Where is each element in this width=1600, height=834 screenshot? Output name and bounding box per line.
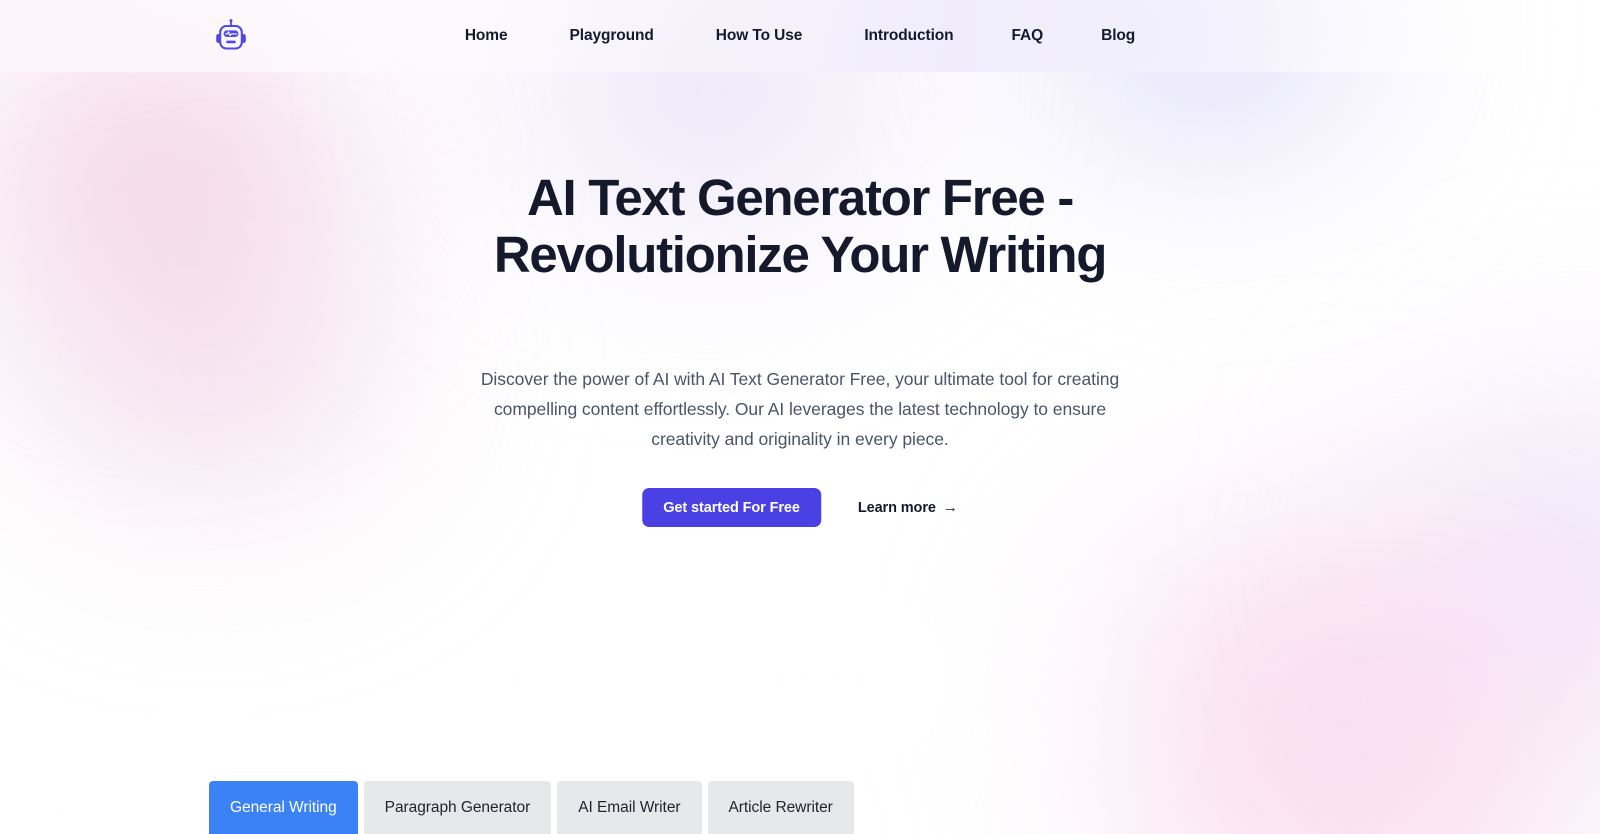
nav-item-home[interactable]: Home	[465, 21, 508, 51]
page-title: AI Text Generator Free - Revolutionize Y…	[493, 169, 1108, 283]
hero-subtitle: Discover the power of AI with AI Text Ge…	[480, 369, 1120, 449]
tool-tabs: General Writing Paragraph Generator AI E…	[209, 781, 854, 834]
hero-section: AI Text Generator Free - Revolutionize Y…	[0, 0, 1600, 834]
nav-item-introduction[interactable]: Introduction	[864, 21, 953, 51]
nav-item-playground[interactable]: Playground	[570, 21, 654, 51]
page-root: Home Playground How To Use Introduction …	[0, 0, 1600, 834]
tab-general-writing[interactable]: General Writing	[209, 781, 358, 834]
bg-blob-pink-left	[0, 0, 540, 480]
bg-blob-pink-left-lower	[0, 110, 550, 630]
bg-blob-white-lower-left	[0, 430, 700, 834]
nav-item-faq[interactable]: FAQ	[1012, 21, 1044, 51]
tab-paragraph-generator[interactable]: Paragraph Generator	[363, 781, 552, 834]
hero-actions: Get started For Free Learn more →	[642, 488, 958, 527]
learn-more-label: Learn more	[857, 499, 936, 516]
main-navigation: Home Playground How To Use Introduction …	[0, 0, 1600, 72]
nav-item-blog[interactable]: Blog	[1101, 21, 1135, 51]
bg-blob-pink-bottom	[1000, 560, 1600, 834]
arrow-right-icon: →	[942, 499, 958, 516]
learn-more-link[interactable]: Learn more →	[858, 500, 958, 516]
site-header: Home Playground How To Use Introduction …	[0, 0, 1600, 72]
tab-ai-email-writer[interactable]: AI Email Writer	[557, 781, 702, 834]
tab-article-rewriter[interactable]: Article Rewriter	[707, 781, 854, 834]
get-started-button[interactable]: Get started For Free	[642, 488, 821, 527]
bg-blob-violet-right	[1230, 210, 1600, 834]
nav-item-how-to-use[interactable]: How To Use	[716, 21, 803, 51]
